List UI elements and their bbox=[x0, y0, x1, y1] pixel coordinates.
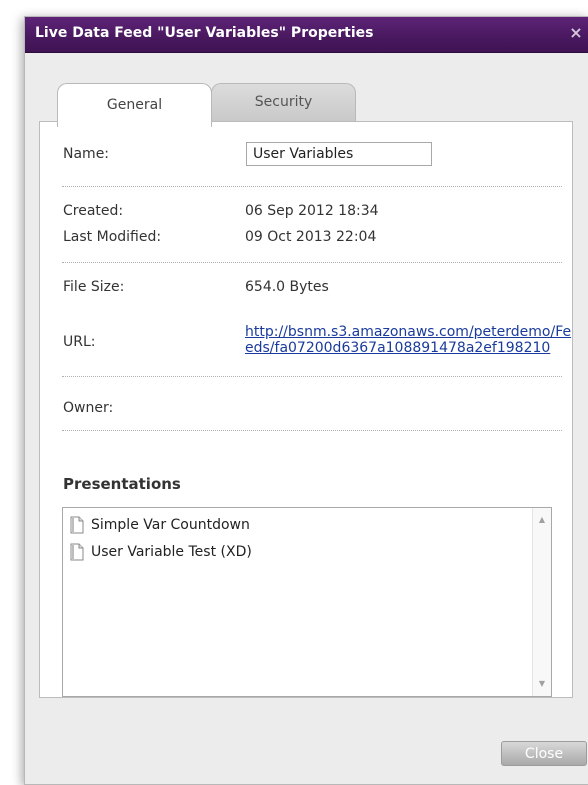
file-size-label: File Size: bbox=[63, 279, 125, 295]
name-label: Name: bbox=[63, 146, 110, 162]
dialog-title: Live Data Feed "User Variables" Properti… bbox=[35, 25, 374, 41]
created-label: Created: bbox=[63, 203, 124, 219]
divider bbox=[62, 376, 562, 377]
properties-dialog: Live Data Feed "User Variables" Properti… bbox=[24, 16, 588, 785]
divider bbox=[62, 430, 562, 431]
document-icon bbox=[70, 543, 84, 561]
title-bar[interactable]: Live Data Feed "User Variables" Properti… bbox=[25, 17, 588, 53]
last-modified-value: 09 Oct 2013 22:04 bbox=[245, 229, 377, 245]
divider bbox=[62, 186, 562, 187]
scroll-down-arrow-icon[interactable]: ▼ bbox=[533, 676, 551, 692]
presentations-heading: Presentations bbox=[63, 475, 181, 493]
list-item[interactable]: User Variable Test (XD) bbox=[69, 543, 252, 563]
name-field[interactable] bbox=[246, 142, 432, 166]
url-link[interactable]: http://bsnm.s3.amazonaws.com/peterdemo/F… bbox=[245, 324, 575, 356]
list-item[interactable]: Simple Var Countdown bbox=[69, 516, 250, 536]
document-icon bbox=[70, 516, 84, 534]
list-item-label: User Variable Test (XD) bbox=[91, 544, 252, 560]
close-icon[interactable]: × bbox=[567, 24, 585, 42]
vertical-scrollbar[interactable]: ▲ ▼ bbox=[532, 508, 551, 696]
last-modified-label: Last Modified: bbox=[63, 229, 162, 245]
close-button[interactable]: Close bbox=[501, 741, 587, 766]
owner-label: Owner: bbox=[63, 400, 114, 416]
tab-general[interactable]: General bbox=[57, 83, 212, 127]
url-label: URL: bbox=[63, 334, 96, 350]
divider bbox=[62, 262, 562, 263]
general-panel: Name: Created: 06 Sep 2012 18:34 Last Mo… bbox=[39, 121, 573, 698]
tab-security[interactable]: Security bbox=[211, 83, 356, 121]
created-value: 06 Sep 2012 18:34 bbox=[245, 203, 379, 219]
list-item-label: Simple Var Countdown bbox=[91, 517, 250, 533]
scroll-up-arrow-icon[interactable]: ▲ bbox=[533, 512, 551, 528]
file-size-value: 654.0 Bytes bbox=[245, 279, 329, 295]
presentations-list[interactable]: Simple Var Countdown User Variable Test … bbox=[62, 507, 552, 697]
